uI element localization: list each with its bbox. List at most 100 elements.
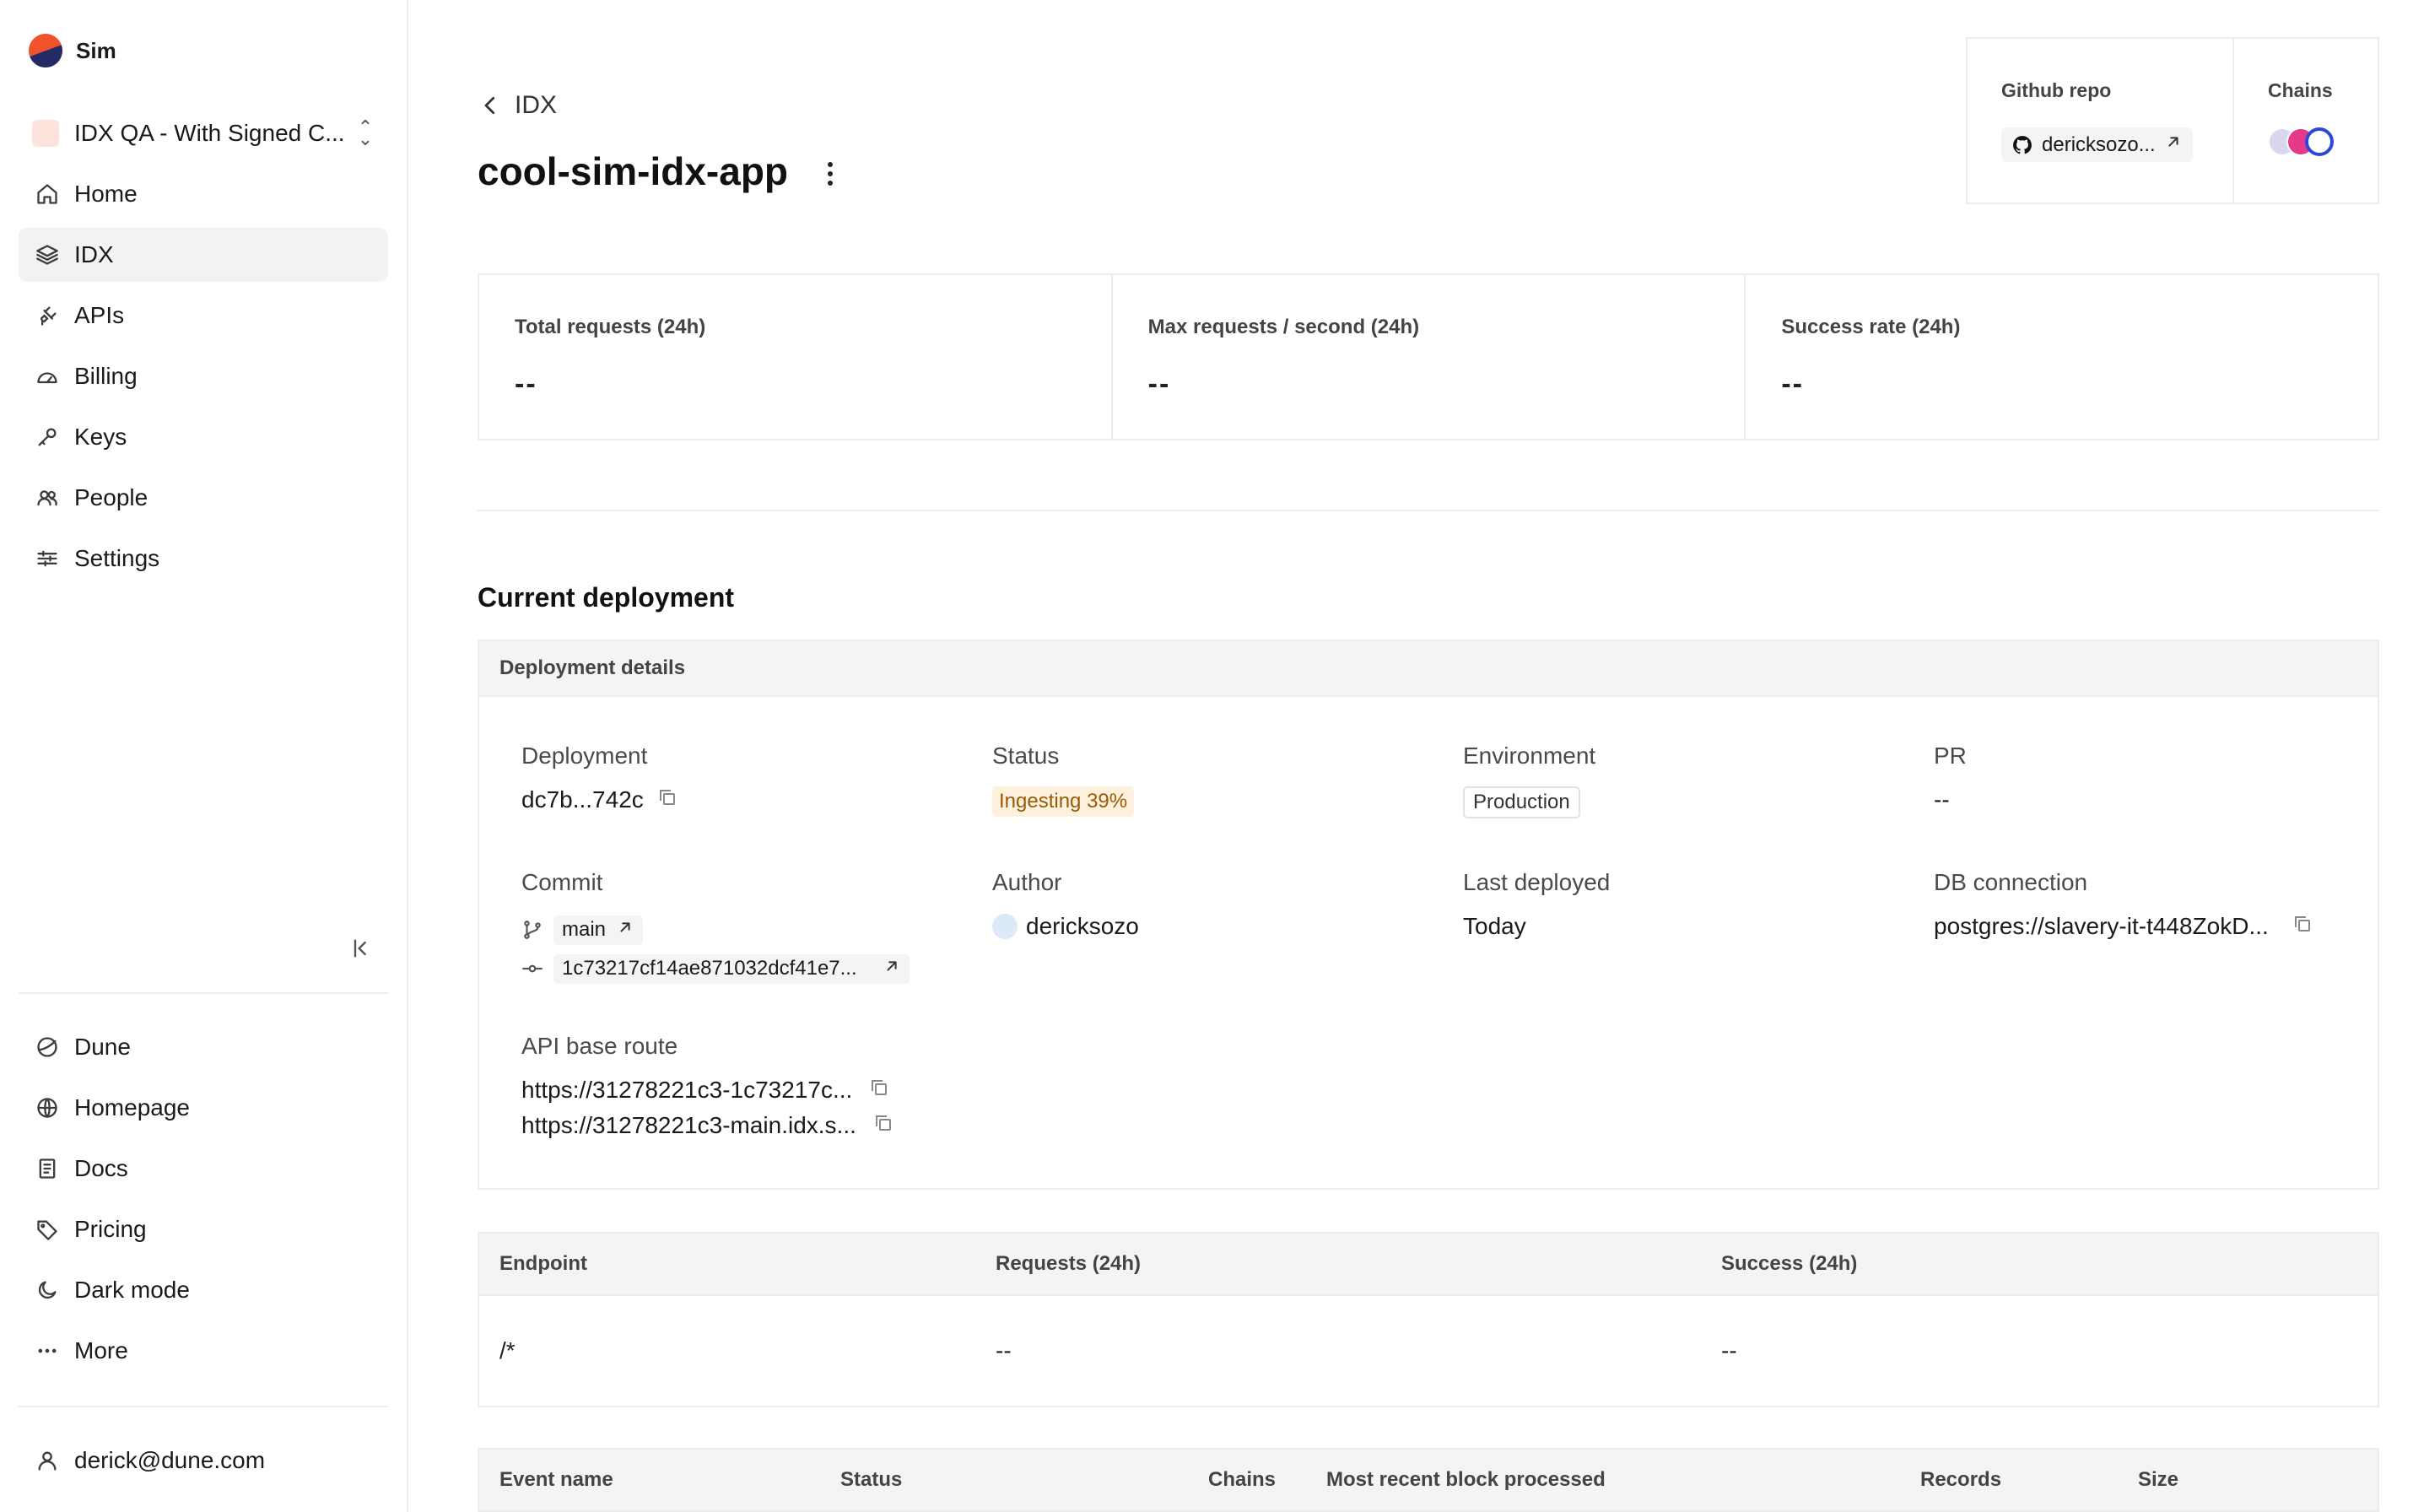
sidebar-item-more[interactable]: More	[19, 1324, 388, 1378]
sidebar-divider	[19, 1406, 388, 1407]
globe-icon	[34, 1094, 61, 1121]
field-label: DB connection	[1934, 869, 2088, 895]
external-link-icon	[883, 957, 901, 981]
sidebar-item-homepage[interactable]: Homepage	[19, 1081, 388, 1135]
chains-label: Chains	[2268, 79, 2333, 101]
sidebar-item-billing[interactable]: Billing	[19, 349, 388, 403]
field-last-deployed: Last deployed Today	[1463, 869, 1610, 940]
sidebar-item-dune[interactable]: Dune	[19, 1020, 388, 1074]
copy-icon[interactable]	[2292, 913, 2313, 940]
sliders-icon	[34, 545, 61, 572]
field-label: PR	[1934, 742, 1967, 769]
copy-icon[interactable]	[869, 1077, 889, 1104]
field-pr: PR --	[1934, 742, 1967, 813]
github-icon	[2013, 135, 2032, 154]
sidebar-item-label: Homepage	[74, 1094, 190, 1120]
commit-sha: 1c73217cf14ae871032dcf41e7...	[562, 957, 857, 980]
team-switcher[interactable]: IDX QA - With Signed C... ⌃ ⌄	[32, 115, 378, 152]
stat-value: --	[515, 368, 537, 400]
stat-max-rps: Max requests / second (24h) --	[1110, 275, 1745, 439]
column-header: Size	[2138, 1468, 2179, 1491]
sidebar-item-pricing[interactable]: Pricing	[19, 1202, 388, 1256]
column-header: Most recent block processed	[1326, 1468, 1606, 1491]
column-header: Success (24h)	[1721, 1252, 1858, 1275]
stat-value: --	[1147, 368, 1171, 400]
plug-icon	[34, 302, 61, 329]
sidebar-item-label: Billing	[74, 363, 138, 389]
events-table: Event name Status Chains Most recent blo…	[478, 1448, 2379, 1512]
success-cell: --	[1721, 1337, 1737, 1364]
sidebar-item-dark-mode[interactable]: Dark mode	[19, 1263, 388, 1317]
pr-value: --	[1934, 786, 1950, 813]
api-route: https://31278221c3-1c73217c...	[521, 1077, 853, 1103]
document-icon	[34, 1155, 61, 1182]
stat-success-rate: Success rate (24h) --	[1744, 275, 2378, 439]
stat-total-requests: Total requests (24h) --	[479, 275, 1111, 439]
sidebar-item-keys[interactable]: Keys	[19, 410, 388, 464]
chevron-up-down-icon: ⌃ ⌄	[357, 116, 374, 149]
sidebar-item-idx[interactable]: IDX	[19, 228, 388, 282]
field-label: Last deployed	[1463, 869, 1611, 895]
more-options-icon[interactable]	[820, 159, 840, 189]
brand[interactable]: Sim	[29, 34, 116, 68]
user-email: derick@dune.com	[74, 1447, 266, 1473]
github-repo-link[interactable]: dericksozo...	[2001, 127, 2193, 162]
field-commit: Commit main 1c73217cf14ae871032dcf41e7..…	[521, 869, 910, 991]
section-divider	[478, 510, 2379, 511]
commit-link[interactable]: 1c73217cf14ae871032dcf41e7...	[553, 953, 910, 984]
repo-card: Github repo dericksozo... Chains	[1966, 37, 2379, 204]
key-icon	[34, 424, 61, 451]
field-label: Environment	[1463, 742, 1596, 769]
column-header: Status	[840, 1468, 903, 1491]
author-name: dericksozo	[1026, 913, 1139, 939]
sidebar: Sim IDX QA - With Signed C... ⌃ ⌄ Home ID…	[0, 0, 408, 1512]
users-icon	[34, 484, 61, 511]
brand-name: Sim	[76, 37, 116, 63]
sidebar-item-apis[interactable]: APIs	[19, 289, 388, 343]
sidebar-item-label: More	[74, 1337, 128, 1364]
column-header: Event name	[499, 1468, 613, 1491]
deployment-details-card: Deployment details Deployment dc7b...742…	[478, 640, 2379, 1190]
collapse-sidebar-button[interactable]	[346, 933, 376, 964]
field-deployment: Deployment dc7b...742c	[521, 742, 677, 813]
field-label: Status	[992, 742, 1060, 769]
column-header: Endpoint	[499, 1252, 587, 1275]
page-title: cool-sim-idx-app	[478, 149, 789, 193]
gauge-icon	[34, 363, 61, 390]
sidebar-item-label: Docs	[74, 1155, 128, 1181]
current-deployment-title: Current deployment	[478, 582, 735, 613]
api-route: https://31278221c3-main.idx.s...	[521, 1112, 856, 1138]
stat-label: Max requests / second (24h)	[1147, 316, 1420, 338]
copy-icon[interactable]	[657, 786, 677, 813]
back-link[interactable]: IDX	[478, 91, 557, 120]
table-row[interactable]: /* -- --	[479, 1296, 2378, 1406]
last-deployed-value: Today	[1463, 913, 1526, 939]
chevron-left-icon	[484, 96, 495, 115]
column-header: Records	[1920, 1468, 2002, 1491]
external-link-icon	[2164, 132, 2183, 157]
table-header: Event name Status Chains Most recent blo…	[479, 1450, 2378, 1512]
layers-icon	[34, 241, 61, 268]
stat-label: Success rate (24h)	[1781, 316, 1961, 338]
field-author: Author dericksozo	[992, 869, 1139, 940]
branch-link[interactable]: main	[553, 915, 644, 945]
chain-icon	[2305, 127, 2334, 156]
user-account[interactable]: derick@dune.com	[19, 1434, 388, 1488]
field-db-connection: DB connection postgres://slavery-it-t448…	[1934, 869, 2313, 940]
sidebar-item-settings[interactable]: Settings	[19, 532, 388, 586]
endpoint-cell: /*	[499, 1337, 516, 1364]
environment-badge: Production	[1463, 786, 1580, 818]
ellipsis-icon	[34, 1337, 61, 1364]
team-name: IDX QA - With Signed C...	[74, 120, 345, 146]
stat-label: Total requests (24h)	[515, 316, 706, 338]
sidebar-item-home[interactable]: Home	[19, 167, 388, 221]
stat-value: --	[1781, 368, 1804, 400]
copy-icon[interactable]	[873, 1112, 893, 1139]
field-status: Status Ingesting 39%	[992, 742, 1135, 817]
sidebar-item-people[interactable]: People	[19, 471, 388, 525]
chain-icons[interactable]	[2268, 127, 2378, 156]
field-environment: Environment Production	[1463, 742, 1595, 818]
endpoints-table: Endpoint Requests (24h) Success (24h) /*…	[478, 1232, 2379, 1407]
sidebar-item-docs[interactable]: Docs	[19, 1142, 388, 1196]
user-icon	[34, 1447, 61, 1474]
